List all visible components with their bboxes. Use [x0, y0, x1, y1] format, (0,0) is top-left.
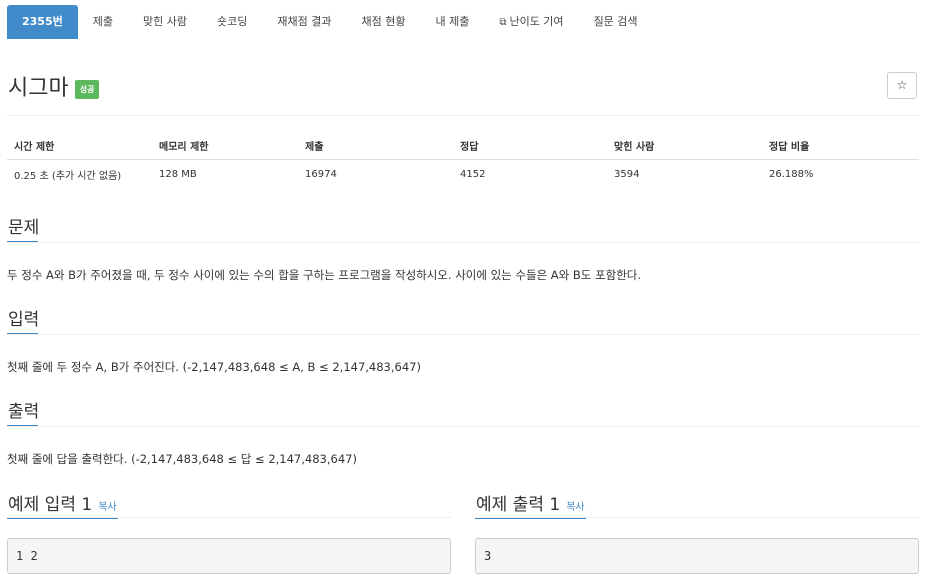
tab-question-search[interactable]: 질문 검색: [579, 5, 653, 39]
description-heading-text: 문제: [8, 218, 40, 238]
divider: [475, 517, 919, 518]
tab-difficulty-contribution[interactable]: ⧉ 난이도 기여: [484, 5, 578, 39]
sample-output-heading: 예제 출력 1 복사: [476, 490, 585, 515]
tab-problem[interactable]: 2355번: [7, 5, 78, 39]
header-memory-limit: 메모리 제한: [152, 132, 298, 160]
tab-rejudge-results[interactable]: 재채점 결과: [262, 5, 346, 39]
divider: [7, 242, 919, 243]
tab-my-submissions[interactable]: 내 제출: [420, 5, 484, 39]
header-time-limit: 시간 제한: [7, 132, 152, 160]
problem-description: 두 정수 A와 B가 주어졌을 때, 두 정수 사이에 있는 수의 합을 구하는…: [7, 268, 642, 282]
copy-sample-output-button[interactable]: 복사: [566, 502, 584, 513]
table-header-row: 시간 제한 메모리 제한 제출 정답 맞힌 사람 정답 비율: [7, 132, 919, 160]
divider: [7, 334, 919, 335]
value-solved-users: 3594: [614, 169, 640, 180]
value-accept-ratio: 26.188%: [769, 169, 814, 180]
divider: [7, 517, 451, 518]
input-description: 첫째 줄에 두 정수 A, B가 주어진다. (-2,147,483,648 ≤…: [7, 360, 421, 374]
divider: [7, 115, 919, 116]
sample-input-title: 예제 입력 1: [8, 495, 93, 515]
problem-menu-tabs: 2355번 제출 맞힌 사람 숏코딩 재채점 결과 채점 현황 내 제출 ⧉ 난이…: [7, 5, 653, 39]
output-heading-text: 출력: [8, 402, 40, 422]
table-row: 0.25 초 (추가 시간 없음) 128 MB 16974 4152 3594…: [7, 160, 919, 190]
header-accept-ratio: 정답 비율: [762, 132, 919, 160]
value-accepted: 4152: [460, 169, 486, 180]
sample-input-heading: 예제 입력 1 복사: [8, 490, 117, 515]
description-heading: 문제: [7, 213, 40, 243]
copy-sample-input-button[interactable]: 복사: [98, 502, 116, 513]
star-icon: ☆: [896, 78, 908, 92]
sample-input-box: 1 2: [7, 538, 451, 574]
value-submissions: 16974: [305, 169, 337, 180]
header-solved-users: 맞힌 사람: [607, 132, 762, 160]
sample-output-title: 예제 출력 1: [476, 495, 561, 515]
tab-short-coding[interactable]: 숏코딩: [202, 5, 262, 39]
tab-difficulty-label: 난이도 기여: [509, 15, 564, 28]
value-memory-limit: 128 MB: [159, 169, 197, 180]
star-button[interactable]: ☆: [887, 72, 917, 99]
header-accepted: 정답: [453, 132, 607, 160]
input-heading: 입력: [7, 305, 40, 335]
value-time-limit: 0.25 초 (추가 시간 없음): [14, 171, 122, 182]
problem-title-row: 시그마 성공: [8, 70, 100, 102]
problem-info-table: 시간 제한 메모리 제한 제출 정답 맞힌 사람 정답 비율 0.25 초 (추…: [7, 132, 919, 189]
tab-judge-status[interactable]: 채점 현황: [346, 5, 420, 39]
output-heading: 출력: [7, 397, 40, 427]
page-title: 시그마: [8, 76, 69, 101]
input-heading-text: 입력: [8, 310, 40, 330]
tab-solved-users[interactable]: 맞힌 사람: [128, 5, 202, 39]
status-badge: 성공: [74, 79, 100, 99]
output-description: 첫째 줄에 답을 출력한다. (-2,147,483,648 ≤ 답 ≤ 2,1…: [7, 452, 357, 466]
sample-output-box: 3: [475, 538, 919, 574]
header-submissions: 제출: [298, 132, 453, 160]
external-link-icon: ⧉: [499, 17, 507, 28]
tab-submit[interactable]: 제출: [78, 5, 128, 39]
divider: [7, 426, 919, 427]
